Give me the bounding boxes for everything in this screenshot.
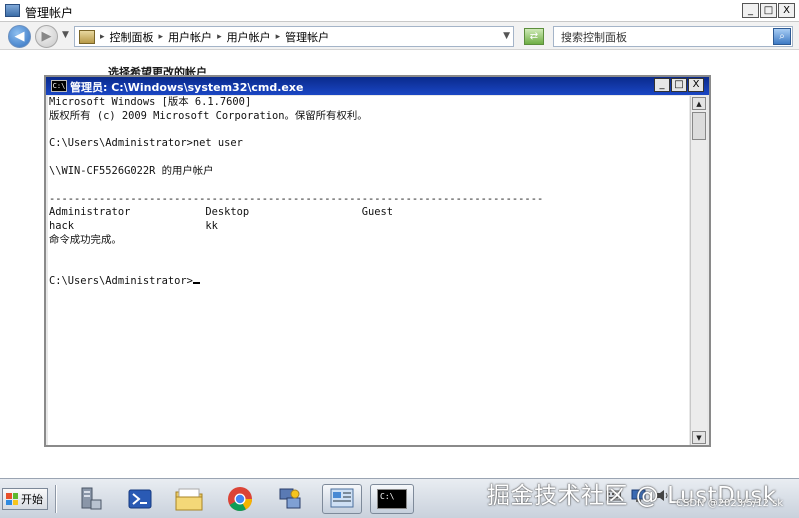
chevron-down-icon[interactable]: ▼ <box>503 31 510 41</box>
server-manager-icon <box>81 487 102 510</box>
console-text: Microsoft Windows [版本 6.1.7600] 版权所有 (c)… <box>49 96 544 288</box>
address-box[interactable]: ▸ 控制面板 ▸ 用户帐户 ▸ 用户帐户 ▸ 管理帐户 ▼ <box>74 26 514 47</box>
maximize-button[interactable]: □ <box>760 3 777 18</box>
cmd-icon-text: C:\ <box>380 492 395 501</box>
console-output[interactable]: Microsoft Windows [版本 6.1.7600] 版权所有 (c)… <box>48 96 689 445</box>
powershell-button[interactable] <box>126 485 154 513</box>
recent-pages-dropdown[interactable]: ▼ <box>62 30 69 40</box>
control-panel-icon <box>5 4 20 17</box>
windows-logo-icon <box>6 493 18 505</box>
cmd-title: 管理员: C:\Windows\system32\cmd.exe <box>70 81 304 94</box>
breadcrumb-item[interactable]: 用户帐户 <box>168 29 212 45</box>
cmd-icon: C:\ <box>51 80 67 92</box>
cmd-taskbar-button[interactable]: C:\ <box>370 484 414 514</box>
cmd-titlebar[interactable]: C:\ 管理员: C:\Windows\system32\cmd.exe _ □… <box>46 77 709 95</box>
maximize-button[interactable]: □ <box>671 78 687 92</box>
taskbar-separator <box>55 485 57 513</box>
refresh-button[interactable]: ⇄ <box>524 28 544 45</box>
close-button[interactable]: X <box>778 3 795 18</box>
powershell-icon <box>128 489 152 509</box>
breadcrumb-item[interactable]: 用户帐户 <box>227 29 271 45</box>
text-cursor <box>192 282 200 285</box>
explorer-titlebar: 管理帐户 _ □ X <box>0 0 799 22</box>
chevron-right-icon[interactable]: ▸ <box>217 32 222 42</box>
start-button[interactable]: 开始 <box>2 488 48 510</box>
chevron-right-icon[interactable]: ▸ <box>100 32 105 42</box>
folder-icon <box>175 488 203 511</box>
breadcrumb-item[interactable]: 管理帐户 <box>285 29 329 45</box>
start-label: 开始 <box>21 493 43 506</box>
scroll-up-button[interactable]: ▲ <box>692 97 706 110</box>
csdn-watermark: CSDN @2023/5/12 sk <box>676 498 784 509</box>
control-panel-taskbar-button[interactable] <box>322 484 362 514</box>
back-button[interactable]: ◀ <box>8 25 31 48</box>
scrollbar-thumb[interactable] <box>692 112 706 140</box>
cmd-window-buttons: _ □ X <box>654 78 704 92</box>
network-icon <box>279 488 301 509</box>
forward-arrow-icon: ▶ <box>41 29 52 44</box>
vertical-scrollbar[interactable]: ▲ ▼ <box>690 96 707 445</box>
chevron-right-icon[interactable]: ▸ <box>159 32 164 42</box>
cmd-window[interactable]: C:\ 管理员: C:\Windows\system32\cmd.exe _ □… <box>44 75 711 447</box>
refresh-icon: ⇄ <box>529 31 539 42</box>
control-panel-icon <box>330 488 354 508</box>
chrome-icon <box>228 487 252 512</box>
forward-button[interactable]: ▶ <box>35 25 58 48</box>
breadcrumb-item[interactable]: 控制面板 <box>110 29 154 45</box>
server-manager-button[interactable] <box>76 485 104 513</box>
chevron-right-icon[interactable]: ▸ <box>276 32 281 42</box>
cmd-icon: C:\ <box>377 489 407 509</box>
search-input[interactable]: 搜索控制面板 ⌕ <box>553 26 793 47</box>
file-explorer-button[interactable] <box>175 485 203 513</box>
address-bar-row: ◀ ▶ ▼ ▸ 控制面板 ▸ 用户帐户 ▸ 用户帐户 ▸ 管理帐户 ▼ ⇄ 搜索… <box>0 22 799 50</box>
scroll-down-button[interactable]: ▼ <box>692 431 706 444</box>
explorer-window-buttons: _ □ X <box>742 3 795 18</box>
chrome-button[interactable] <box>226 485 254 513</box>
search-icon: ⌕ <box>779 31 785 42</box>
explorer-title: 管理帐户 <box>25 6 74 20</box>
search-placeholder: 搜索控制面板 <box>561 30 627 44</box>
minimize-button[interactable]: _ <box>654 78 670 92</box>
minimize-button[interactable]: _ <box>742 3 759 18</box>
back-arrow-icon: ◀ <box>14 29 25 44</box>
search-button[interactable]: ⌕ <box>773 28 791 45</box>
network-button[interactable] <box>276 485 304 513</box>
control-panel-icon <box>79 29 95 44</box>
close-button[interactable]: X <box>688 78 704 92</box>
